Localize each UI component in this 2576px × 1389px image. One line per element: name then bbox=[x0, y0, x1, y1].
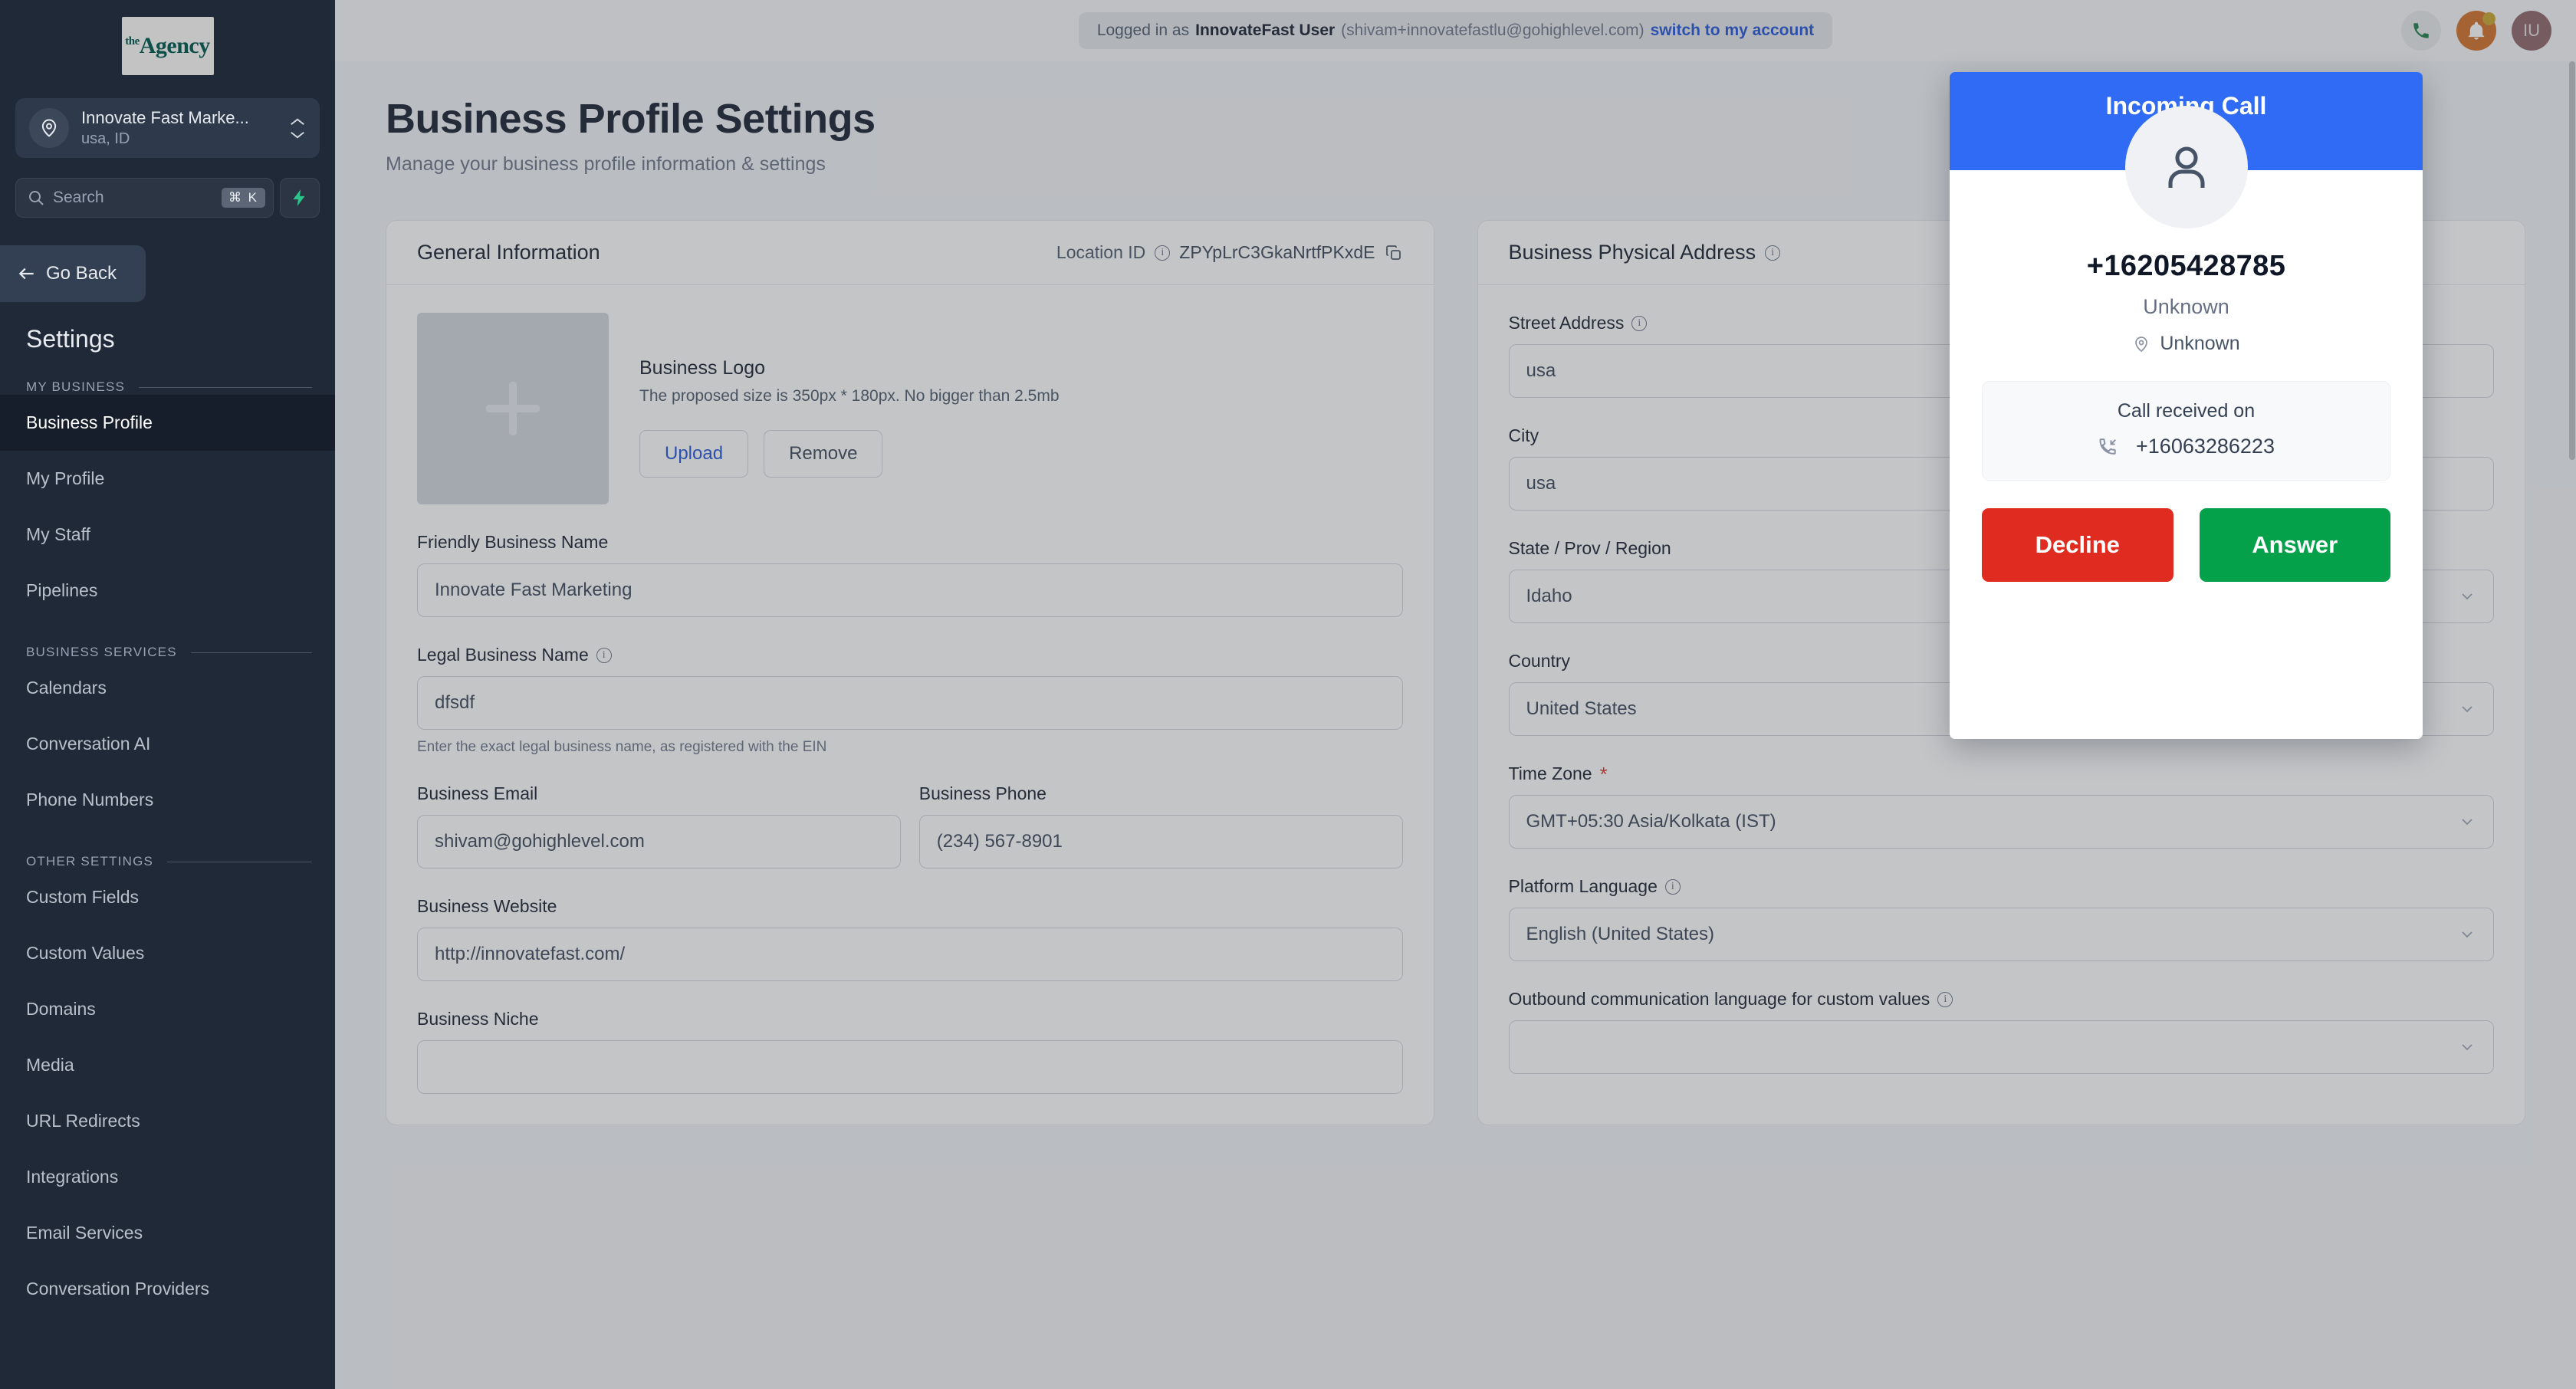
page-scrollbar[interactable] bbox=[2568, 61, 2576, 1389]
sidebar-section-my-business: MY BUSINESS bbox=[0, 353, 335, 395]
sidebar-item-url-redirects[interactable]: URL Redirects bbox=[0, 1093, 335, 1149]
sidebar-item-label: Domains bbox=[26, 999, 96, 1019]
sidebar-item-my-profile[interactable]: My Profile bbox=[0, 451, 335, 507]
arrow-left-icon bbox=[18, 268, 34, 280]
app-root: theAgency Innovate Fast Marke... usa, ID bbox=[0, 0, 2576, 1389]
search-input[interactable]: Search ⌘ K bbox=[15, 178, 274, 218]
location-sub: usa, ID bbox=[81, 130, 130, 147]
sidebar-search-row: Search ⌘ K bbox=[15, 178, 320, 218]
location-name: Innovate Fast Marke... bbox=[81, 108, 249, 127]
call-received-on-box: Call received on +16063286223 bbox=[1982, 381, 2390, 481]
sidebar-item-label: Conversation Providers bbox=[26, 1279, 210, 1299]
sidebar-item-label: URL Redirects bbox=[26, 1111, 140, 1131]
sidebar-item-label: Calendars bbox=[26, 678, 107, 698]
sidebar-item-label: Email Services bbox=[26, 1223, 143, 1243]
agency-logo: theAgency bbox=[0, 0, 335, 75]
call-received-on-label: Call received on bbox=[2117, 400, 2256, 422]
sidebar-item-email-services[interactable]: Email Services bbox=[0, 1205, 335, 1261]
section-divider bbox=[190, 652, 312, 653]
lightning-bolt-icon bbox=[293, 189, 305, 206]
sidebar-heading: Settings bbox=[26, 325, 115, 353]
sidebar-section-other-settings: OTHER SETTINGS bbox=[0, 828, 335, 869]
quick-actions-button[interactable] bbox=[280, 178, 320, 218]
call-received-on-number: +16063286223 bbox=[2136, 435, 2275, 458]
sidebar-item-integrations[interactable]: Integrations bbox=[0, 1149, 335, 1205]
sidebar-item-conversation-providers[interactable]: Conversation Providers bbox=[0, 1261, 335, 1317]
agency-logo-name: Agency bbox=[139, 33, 210, 58]
map-pin-icon bbox=[2135, 336, 2148, 352]
sidebar-item-label: My Profile bbox=[26, 468, 105, 488]
page-scrollbar-thumb[interactable] bbox=[2569, 61, 2575, 460]
chevron-updown-icon bbox=[289, 117, 306, 140]
decline-call-button[interactable]: Decline bbox=[1982, 508, 2174, 582]
sidebar-item-label: Conversation AI bbox=[26, 734, 151, 754]
search-shortcut-kbd: ⌘ K bbox=[221, 188, 265, 208]
sidebar-section-business-services: BUSINESS SERVICES bbox=[0, 619, 335, 660]
sidebar-item-calendars[interactable]: Calendars bbox=[0, 660, 335, 716]
sidebar-item-business-profile[interactable]: Business Profile bbox=[0, 395, 335, 451]
person-icon bbox=[2167, 146, 2205, 188]
location-meta: Innovate Fast Marke... usa, ID bbox=[81, 108, 277, 148]
sidebar-section-label: MY BUSINESS bbox=[26, 379, 126, 394]
sidebar-item-label: My Staff bbox=[26, 524, 90, 544]
sidebar-item-label: Business Profile bbox=[26, 412, 153, 432]
agency-logo-box: theAgency bbox=[121, 17, 214, 75]
sidebar-item-my-staff[interactable]: My Staff bbox=[0, 507, 335, 563]
sidebar-item-label: Media bbox=[26, 1055, 74, 1075]
search-placeholder: Search bbox=[53, 189, 104, 206]
caller-avatar bbox=[2124, 106, 2248, 228]
caller-location-text: Unknown bbox=[2160, 333, 2240, 354]
sidebar-item-conversation-ai[interactable]: Conversation AI bbox=[0, 716, 335, 772]
location-switcher[interactable]: Innovate Fast Marke... usa, ID bbox=[15, 98, 320, 158]
call-action-buttons: Decline Answer bbox=[1982, 508, 2390, 582]
sidebar-item-custom-values[interactable]: Custom Values bbox=[0, 925, 335, 981]
sidebar-item-custom-fields[interactable]: Custom Fields bbox=[0, 869, 335, 925]
sidebar-section-label: OTHER SETTINGS bbox=[26, 854, 154, 869]
location-pin-icon bbox=[29, 108, 69, 148]
sidebar-item-label: Pipelines bbox=[26, 580, 98, 600]
call-received-on-row: +16063286223 bbox=[1983, 435, 2390, 458]
section-divider bbox=[139, 386, 312, 388]
answer-call-button[interactable]: Answer bbox=[2199, 508, 2390, 582]
incoming-call-icon bbox=[2099, 438, 2117, 455]
sidebar-item-label: Custom Values bbox=[26, 943, 145, 963]
caller-avatar-wrap bbox=[1950, 106, 2423, 228]
sidebar-section-label: BUSINESS SERVICES bbox=[26, 645, 177, 659]
incoming-call-modal: Incoming Call +16205428785 Unknown Unkno… bbox=[1950, 72, 2423, 739]
go-back-button[interactable]: Go Back bbox=[0, 245, 146, 302]
sidebar-item-label: Integrations bbox=[26, 1167, 119, 1187]
sidebar: theAgency Innovate Fast Marke... usa, ID bbox=[0, 0, 335, 1389]
sidebar-item-label: Phone Numbers bbox=[26, 790, 154, 809]
caller-name: Unknown bbox=[2143, 295, 2229, 318]
search-icon bbox=[29, 191, 44, 205]
caller-location-row: Unknown bbox=[1950, 333, 2423, 355]
agency-logo-text: theAgency bbox=[125, 33, 210, 59]
sidebar-item-label: Custom Fields bbox=[26, 887, 139, 907]
caller-number: +16205428785 bbox=[2086, 250, 2286, 282]
sidebar-item-domains[interactable]: Domains bbox=[0, 981, 335, 1037]
sidebar-item-media[interactable]: Media bbox=[0, 1037, 335, 1093]
agency-logo-sup: the bbox=[125, 35, 140, 48]
sidebar-item-pipelines[interactable]: Pipelines bbox=[0, 563, 335, 619]
go-back-label: Go Back bbox=[46, 263, 117, 284]
sidebar-item-phone-numbers[interactable]: Phone Numbers bbox=[0, 772, 335, 828]
